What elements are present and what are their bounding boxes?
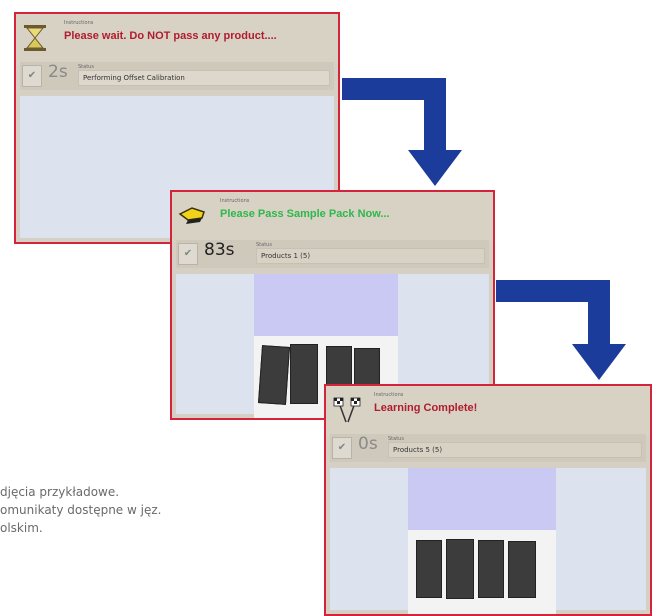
- status-field: Products 5 (5): [388, 442, 642, 458]
- arrow-down-right-icon: [496, 280, 626, 380]
- instruction-header: Instructions Please wait. Do NOT pass an…: [16, 14, 338, 64]
- sample-pack: [258, 345, 290, 405]
- detection-zone: [408, 468, 556, 530]
- instruction-header: Instructions Learning Complete!: [326, 386, 650, 436]
- status-field: Performing Offset Calibration: [78, 70, 330, 86]
- detection-zone: [254, 274, 398, 336]
- countdown-seconds: 83s: [204, 240, 235, 260]
- instruction-header: Instructions Please Pass Sample Pack Now…: [172, 192, 493, 242]
- sample-pack: [508, 541, 536, 598]
- caption-line: olskim.: [0, 521, 43, 535]
- arrow-down-right-icon: [342, 78, 462, 186]
- caption-line: omunikaty dostępne w jęz.: [0, 503, 162, 517]
- sample-pack: [290, 344, 318, 404]
- instruction-message: Please wait. Do NOT pass any product....: [64, 30, 277, 42]
- product-image: [408, 530, 556, 614]
- instructions-label: Instructions: [374, 392, 404, 398]
- hand-pointing-icon: [178, 202, 205, 230]
- checkered-flags-icon: [332, 396, 361, 424]
- caption-note: djęcia przykładowe. omunikaty dostępne w…: [0, 483, 161, 537]
- hourglass-icon: [22, 24, 48, 52]
- status-row: ✔ 2s Status Performing Offset Calibratio…: [20, 62, 334, 90]
- countdown-seconds: 2s: [48, 62, 68, 82]
- status-row: ✔ 83s Status Products 1 (5): [176, 240, 489, 268]
- sample-pack: [416, 540, 442, 598]
- sample-pack: [446, 539, 474, 599]
- confirm-button[interactable]: ✔: [178, 243, 198, 265]
- status-row: ✔ 0s Status Products 5 (5): [330, 434, 646, 462]
- status-field: Products 1 (5): [256, 248, 485, 264]
- instruction-message: Learning Complete!: [374, 402, 478, 414]
- instructions-label: Instructions: [220, 198, 250, 204]
- instructions-label: Instructions: [64, 20, 94, 26]
- confirm-button[interactable]: ✔: [22, 65, 42, 87]
- caption-line: djęcia przykładowe.: [0, 485, 120, 499]
- sample-pack: [478, 540, 504, 598]
- learning-complete-panel: Instructions Learning Complete! ✔ 0s Sta…: [324, 384, 652, 616]
- camera-view: [330, 468, 646, 614]
- confirm-button[interactable]: ✔: [332, 437, 352, 459]
- countdown-seconds: 0s: [358, 434, 378, 454]
- instruction-message: Please Pass Sample Pack Now...: [220, 208, 390, 220]
